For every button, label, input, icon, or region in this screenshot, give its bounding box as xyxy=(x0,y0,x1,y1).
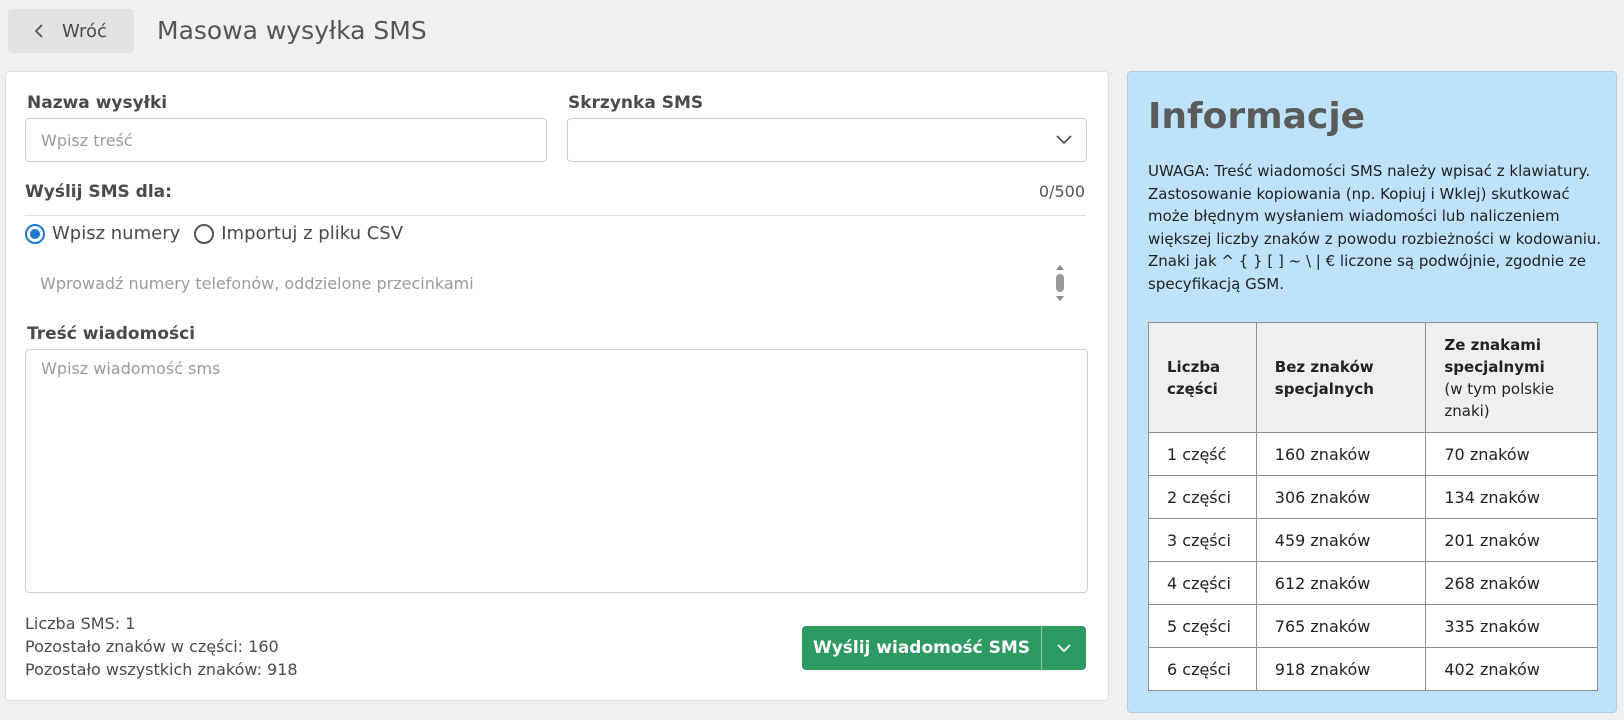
table-cell: 2 części xyxy=(1148,475,1257,519)
divider xyxy=(25,215,1086,216)
info-panel: Informacje UWAGA: Treść wiadomości SMS n… xyxy=(1127,71,1617,713)
message-label: Treść wiadomości xyxy=(27,324,196,344)
table-cell: 70 znaków xyxy=(1425,432,1598,476)
sms-count: Liczba SMS: 1 xyxy=(25,614,136,633)
chevron-down-icon xyxy=(1056,135,1072,145)
table-row: 2 części 306 znaków 134 znaków xyxy=(1148,475,1598,519)
radio-button-checked[interactable] xyxy=(25,223,45,244)
table-row: 3 części 459 znaków 201 znaków xyxy=(1148,518,1598,562)
recipient-mode-group: Wpisz numery Importuj z pliku CSV xyxy=(25,223,417,244)
th-parts: Liczba części xyxy=(1148,322,1257,433)
campaign-name-placeholder: Wpisz treść xyxy=(41,130,133,150)
recipients-counter: 0/500 xyxy=(1038,182,1085,201)
table-cell: 612 znaków xyxy=(1255,561,1427,605)
table-cell: 765 znaków xyxy=(1255,604,1427,648)
radio-manual-label: Wpisz numery xyxy=(52,223,181,244)
remaining-part-chars: Pozostało znaków w części: 160 xyxy=(25,637,279,656)
table-header-row: Liczba części Bez znaków specjalnych Ze … xyxy=(1148,322,1598,433)
radio-manual-numbers[interactable]: Wpisz numery xyxy=(25,223,180,244)
table-row: 4 części 612 znaków 268 znaków xyxy=(1148,561,1598,605)
table-cell: 160 znaków xyxy=(1255,432,1427,476)
campaign-name-input[interactable]: Wpisz treść xyxy=(25,118,547,162)
back-button-label: Wróć xyxy=(62,20,107,42)
table-cell: 268 znaków xyxy=(1425,561,1598,605)
info-warning: UWAGA: Treść wiadomości SMS należy wpisa… xyxy=(1148,162,1602,293)
table-row: 6 części 918 znaków 402 znaków xyxy=(1148,647,1598,691)
table-cell: 6 części xyxy=(1148,647,1257,691)
send-to-label: Wyślij SMS dla: xyxy=(25,182,172,202)
radio-button[interactable] xyxy=(194,223,215,244)
table-cell: 4 części xyxy=(1148,561,1257,605)
table-cell: 1 część xyxy=(1148,432,1257,476)
th-special-label: Ze znakami specjalnymi xyxy=(1444,335,1545,376)
campaign-name-label: Nazwa wysyłki xyxy=(27,93,168,113)
table-cell: 459 znaków xyxy=(1255,518,1427,562)
radio-import-csv[interactable]: Importuj z pliku CSV xyxy=(194,223,403,244)
table-row: 5 części 765 znaków 335 znaków xyxy=(1148,604,1598,648)
phone-numbers-placeholder: Wprowadź numery telefonów, oddzielone pr… xyxy=(40,273,474,293)
send-options-dropdown[interactable] xyxy=(1042,626,1086,670)
sms-box-label: Skrzynka SMS xyxy=(568,93,704,113)
table-cell: 134 znaków xyxy=(1425,475,1598,519)
table-cell: 402 znaków xyxy=(1425,647,1598,691)
sms-form-card: Nazwa wysyłki Wpisz treść Skrzynka SMS W… xyxy=(5,71,1109,701)
th-no-special: Bez znaków specjalnych xyxy=(1255,322,1427,433)
th-special-sub: (w tym polskie znaki) xyxy=(1444,379,1555,420)
remaining-total-chars: Pozostało wszystkich znaków: 918 xyxy=(25,660,298,679)
table-row: 1 część 160 znaków 70 znaków xyxy=(1148,432,1598,476)
page-title: Masowa wysyłka SMS xyxy=(157,16,427,45)
send-sms-button[interactable]: Wyślij wiadomość SMS xyxy=(802,626,1042,670)
table-cell: 918 znaków xyxy=(1255,647,1427,691)
table-cell: 201 znaków xyxy=(1425,518,1598,562)
table-cell: 3 części xyxy=(1148,518,1257,562)
phone-numbers-input[interactable]: Wprowadź numery telefonów, oddzielone pr… xyxy=(25,261,1088,305)
back-button[interactable]: Wróć xyxy=(8,9,134,53)
chevron-left-icon xyxy=(34,24,43,38)
sms-box-select[interactable] xyxy=(567,118,1087,162)
table-cell: 335 znaków xyxy=(1425,604,1598,648)
message-textarea[interactable]: Wpisz wiadomość sms xyxy=(25,349,1088,593)
th-special: Ze znakami specjalnymi (w tym polskie zn… xyxy=(1425,322,1598,433)
send-sms-split-button: Wyślij wiadomość SMS xyxy=(802,626,1086,670)
chevron-down-icon xyxy=(1057,643,1071,652)
sms-parts-table: Liczba części Bez znaków specjalnych Ze … xyxy=(1148,322,1598,691)
message-placeholder: Wpisz wiadomość sms xyxy=(41,359,221,378)
table-cell: 306 znaków xyxy=(1255,475,1427,519)
table-cell: 5 części xyxy=(1148,604,1257,648)
sms-stats: Liczba SMS: 1 Pozostało znaków w części:… xyxy=(25,612,298,681)
scroll-arrows-icon[interactable] xyxy=(1054,261,1066,305)
info-title: Informacje xyxy=(1148,96,1366,137)
radio-csv-label: Importuj z pliku CSV xyxy=(221,223,404,244)
